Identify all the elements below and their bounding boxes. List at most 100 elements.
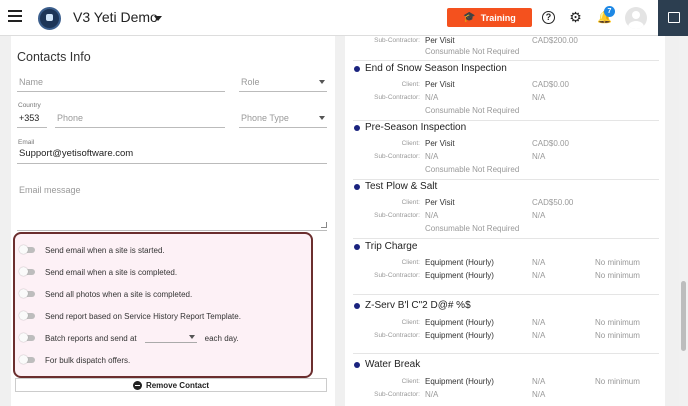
training-label: Training (480, 12, 516, 23)
graduation-cap-icon: 🎓 (463, 12, 476, 23)
consumable-text: Consumable Not Required (425, 224, 520, 233)
client-value: Equipment (Hourly) (425, 258, 494, 267)
client-price: CAD$50.00 (532, 198, 574, 207)
chevron-down-icon[interactable] (154, 16, 162, 21)
toggle-switch[interactable] (19, 245, 35, 254)
notification-options: Send email when a site is started. Send … (13, 232, 313, 378)
sub-price: CAD$200.00 (532, 36, 578, 45)
phone-input[interactable]: Phone (55, 110, 225, 128)
client-price: CAD$0.00 (532, 139, 569, 148)
option-send-photos[interactable]: Send all photos when a site is completed… (19, 288, 192, 300)
menu-icon[interactable] (8, 10, 22, 24)
subcontractor-label: Sub-Contractor: (374, 37, 420, 44)
section-title: Contacts Info (17, 50, 91, 64)
toggle-switch[interactable] (19, 333, 35, 342)
sub-value: N/A (425, 211, 439, 220)
training-button[interactable]: 🎓 Training (447, 8, 532, 27)
resize-handle-icon[interactable] (321, 222, 327, 228)
toggle-switch[interactable] (19, 355, 35, 364)
divider (353, 179, 659, 180)
divider (353, 60, 659, 61)
option-label: Send report based on Service History Rep… (45, 311, 241, 321)
email-field[interactable]: Support@yetisoftware.com (17, 146, 327, 164)
client-minimum: No minimum (595, 258, 640, 267)
help-icon[interactable]: ? (542, 11, 555, 24)
status-dot-icon (354, 124, 360, 131)
service-title[interactable]: Pre-Season Inspection (354, 122, 466, 133)
option-site-started[interactable]: Send email when a site is started. (19, 244, 165, 256)
client-value: Per Visit (425, 139, 455, 148)
option-site-completed[interactable]: Send email when a site is completed. (19, 266, 178, 278)
sub-minimum: No minimum (595, 271, 640, 280)
option-label: Send email when a site is started. (45, 245, 165, 255)
remove-contact-button[interactable]: Remove Contact (15, 378, 327, 392)
sub-price: N/A (532, 93, 546, 102)
status-dot-icon (354, 65, 360, 72)
client-value: Per Visit (425, 198, 455, 207)
toggle-switch[interactable] (19, 289, 35, 298)
subcontractor-label: Sub-Contractor: (374, 332, 420, 339)
email-message-placeholder: Email message (19, 185, 81, 195)
client-minimum: No minimum (595, 318, 640, 327)
name-input[interactable]: Name (17, 74, 225, 92)
sub-value: Equipment (Hourly) (425, 331, 494, 340)
app-title[interactable]: V3 Yeti Demo (73, 9, 158, 25)
sub-minimum: No minimum (595, 331, 640, 340)
phone-type-select[interactable]: Phone Type (239, 110, 327, 128)
sub-value: N/A (425, 390, 439, 399)
client-value: Per Visit (425, 80, 455, 89)
option-label: Batch reports and send at (45, 333, 137, 343)
service-title-text: Z-Serv B'l C"2 D@# %$ (365, 300, 471, 311)
gear-icon[interactable]: ⚙ (569, 10, 582, 24)
option-send-report[interactable]: Send report based on Service History Rep… (19, 310, 241, 322)
option-batch-reports[interactable]: Batch reports and send at each day. (19, 332, 239, 344)
divider (353, 238, 659, 239)
batch-time-select[interactable] (144, 333, 197, 343)
email-message-textarea[interactable]: Email message (17, 181, 327, 231)
service-title-text: End of Snow Season Inspection (365, 63, 507, 74)
scrollbar[interactable] (679, 36, 688, 406)
consumable-text: Consumable Not Required (425, 47, 520, 56)
client-price: N/A (532, 318, 546, 327)
country-code-select[interactable]: +353 (17, 110, 47, 128)
option-bulk-dispatch[interactable]: For bulk dispatch offers. (19, 354, 131, 366)
service-title[interactable]: Z-Serv B'l C"2 D@# %$ (354, 300, 471, 311)
client-label: Client: (401, 319, 420, 326)
subcontractor-label: Sub-Contractor: (374, 272, 420, 279)
service-title[interactable]: End of Snow Season Inspection (354, 63, 507, 74)
option-label: Send email when a site is completed. (45, 267, 178, 277)
toggle-switch[interactable] (19, 267, 35, 276)
chevron-down-icon (319, 80, 325, 84)
chat-icon[interactable] (658, 0, 688, 36)
sub-price: N/A (532, 271, 546, 280)
service-title[interactable]: Test Plow & Salt (354, 181, 437, 192)
client-value: Equipment (Hourly) (425, 318, 494, 327)
subcontractor-label: Sub-Contractor: (374, 153, 420, 160)
contacts-panel: Contacts Info Name Role Country +353 Pho… (11, 36, 335, 406)
company-logo[interactable] (38, 7, 61, 30)
subcontractor-label: Sub-Contractor: (374, 212, 420, 219)
toggle-switch[interactable] (19, 311, 35, 320)
avatar[interactable] (625, 7, 647, 29)
client-price: N/A (532, 258, 546, 267)
option-label: For bulk dispatch offers. (45, 355, 131, 365)
chevron-down-icon (319, 116, 325, 120)
option-suffix: each day. (204, 333, 239, 343)
client-label: Client: (401, 81, 420, 88)
service-title[interactable]: Water Break (354, 359, 420, 370)
notification-badge: 7 (604, 6, 615, 17)
divider (353, 120, 659, 121)
divider (353, 294, 659, 295)
status-dot-icon (354, 361, 360, 368)
scrollbar-thumb[interactable] (681, 281, 686, 351)
client-label: Client: (401, 140, 420, 147)
consumable-text: Consumable Not Required (425, 165, 520, 174)
service-title[interactable]: Trip Charge (354, 241, 417, 252)
role-select[interactable]: Role (239, 74, 327, 92)
sub-price: N/A (532, 211, 546, 220)
subcontractor-label: Sub-Contractor: (374, 391, 420, 398)
client-minimum: No minimum (595, 377, 640, 386)
client-label: Client: (401, 378, 420, 385)
role-placeholder: Role (241, 77, 260, 87)
name-placeholder: Name (19, 77, 44, 87)
